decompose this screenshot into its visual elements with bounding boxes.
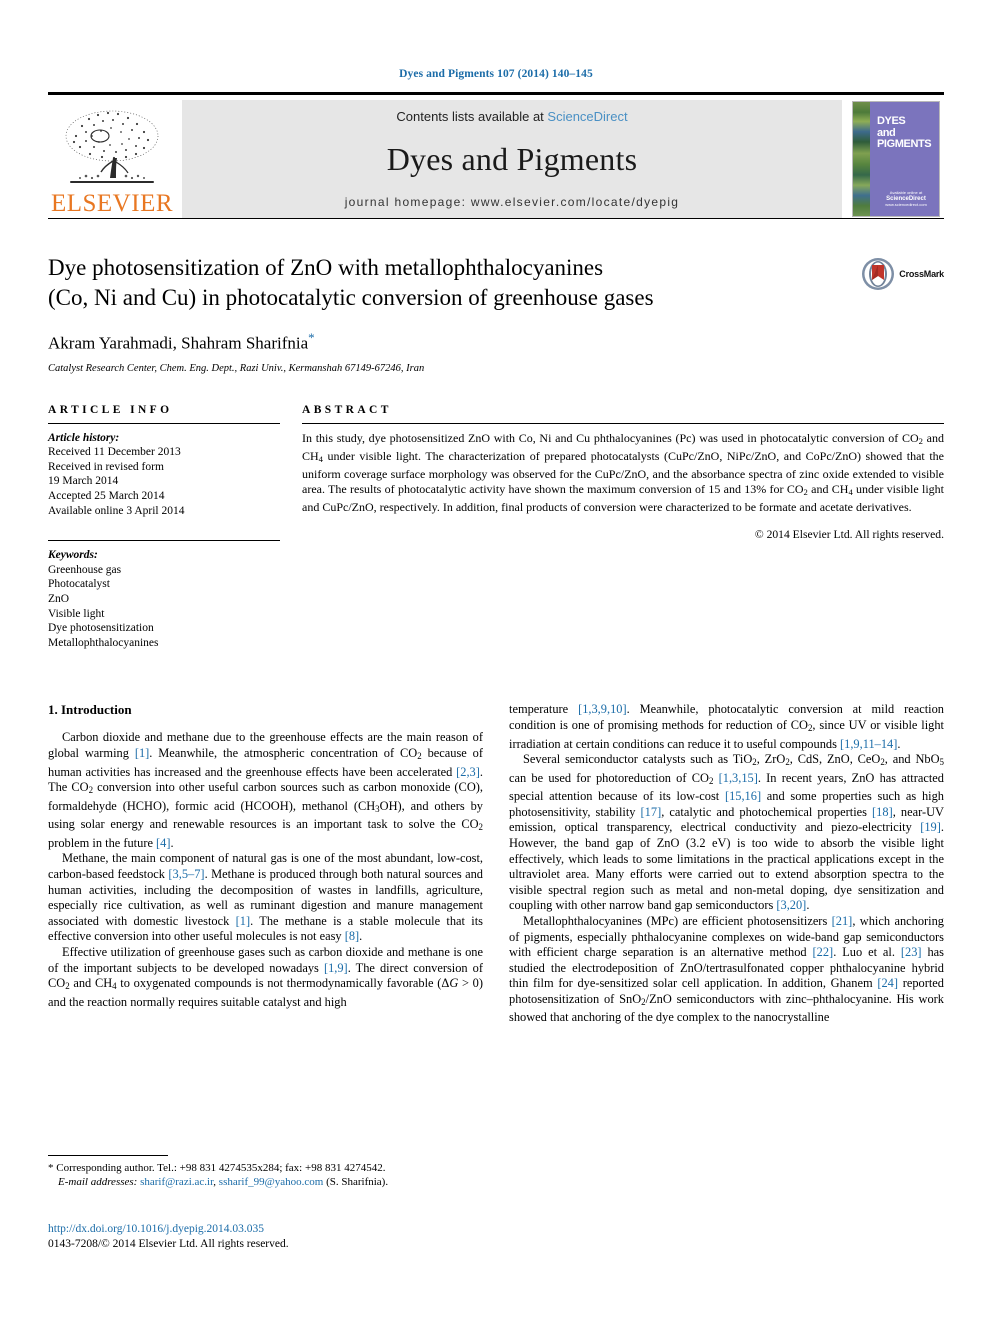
keyword-item: Dye photosensitization bbox=[48, 622, 154, 635]
abstract-rule bbox=[302, 422, 944, 424]
body-paragraph: Effective utilization of greenhouse gase… bbox=[48, 944, 484, 1009]
cover-footer: Available online at ScienceDirect www.sc… bbox=[877, 190, 935, 208]
journal-masthead: ELSEVIER Contents lists available at Sci… bbox=[48, 92, 944, 218]
keywords-block: Keywords: Greenhouse gas Photocatalyst Z… bbox=[48, 548, 280, 650]
email-link-secondary[interactable]: ssharif_99@yahoo.com bbox=[219, 1176, 324, 1188]
doi-and-issn-block: http://dx.doi.org/10.1016/j.dyepig.2014.… bbox=[48, 1222, 289, 1252]
author-names: Akram Yarahmadi, Shahram Sharifnia bbox=[48, 333, 309, 353]
footnote-rule bbox=[48, 1155, 168, 1156]
article-history-item: 19 March 2014 bbox=[48, 475, 119, 488]
journal-band: Contents lists available at ScienceDirec… bbox=[182, 100, 842, 218]
elsevier-tree-icon bbox=[65, 110, 159, 183]
info-abstract-region: ARTICLE INFO Article history: Received 1… bbox=[48, 404, 944, 651]
cover-title-line-1: DYES bbox=[877, 115, 906, 127]
abstract-heading: ABSTRACT bbox=[302, 403, 392, 416]
body-left-column: 1. Introduction Carbon dioxide and metha… bbox=[48, 702, 483, 1026]
email-link-primary[interactable]: sharif@razi.ac.ir bbox=[140, 1176, 213, 1188]
footnote-email-line: E-mail addresses: sharif@razi.ac.ir, ssh… bbox=[58, 1176, 389, 1188]
keyword-item: Metallophthalocyanines bbox=[48, 636, 159, 649]
abstract-copyright: © 2014 Elsevier Ltd. All rights reserved… bbox=[754, 528, 944, 542]
email-owner: (S. Sharifnia). bbox=[326, 1176, 389, 1188]
keyword-item: Greenhouse gas bbox=[48, 563, 122, 576]
article-history-item: Received 11 December 2013 bbox=[48, 446, 181, 459]
article-info-heading: ARTICLE INFO bbox=[48, 403, 173, 416]
body-paragraph: temperature [1,3,9,10]. Meanwhile, photo… bbox=[509, 702, 944, 751]
article-history-item: Available online 3 April 2014 bbox=[48, 504, 185, 517]
doi-link[interactable]: http://dx.doi.org/10.1016/j.dyepig.2014.… bbox=[48, 1223, 264, 1235]
footnote-text: * Corresponding author. Tel.: +98 831 42… bbox=[48, 1161, 500, 1189]
journal-cover-image: DYES and PIGMENTS Available online at Sc… bbox=[852, 101, 940, 217]
keywords-label: Keywords: bbox=[48, 549, 98, 562]
article-page: Dyes and Pigments 107 (2014) 140–145 ELS… bbox=[0, 0, 992, 1323]
crossmark-badge[interactable]: CrossMark bbox=[861, 257, 944, 291]
keyword-item: Visible light bbox=[48, 607, 105, 620]
cover-footer-url: www.sciencedirect.com bbox=[885, 202, 927, 207]
crossmark-icon bbox=[862, 258, 895, 290]
masthead-bottom-rule bbox=[48, 218, 944, 219]
body-paragraph: Several semiconductor catalysts such as … bbox=[509, 752, 944, 913]
cover-title-line-3: PIGMENTS bbox=[877, 138, 932, 150]
article-history-block: Article history: Received 11 December 20… bbox=[48, 431, 280, 519]
contents-prefix-text: Contents lists available at bbox=[396, 109, 548, 124]
article-title-line-1: Dye photosensitization of ZnO with metal… bbox=[48, 255, 604, 280]
keyword-item: ZnO bbox=[48, 593, 70, 605]
elsevier-wordmark: ELSEVIER bbox=[50, 190, 174, 217]
section-heading-introduction: 1. Introduction bbox=[48, 702, 132, 718]
article-history-label: Article history: bbox=[48, 431, 120, 444]
journal-cover-thumbnail: DYES and PIGMENTS Available online at Sc… bbox=[848, 100, 944, 218]
journal-homepage-link[interactable]: journal homepage: www.elsevier.com/locat… bbox=[345, 195, 680, 209]
email-addresses-label: E-mail addresses: bbox=[58, 1176, 138, 1188]
journal-title: Dyes and Pigments bbox=[386, 141, 638, 177]
contents-available-line: Contents lists available at ScienceDirec… bbox=[396, 109, 627, 124]
article-info-rule bbox=[48, 422, 280, 424]
body-columns: 1. Introduction Carbon dioxide and metha… bbox=[48, 702, 944, 1026]
title-block: CrossMark Dye photosensitization of ZnO … bbox=[48, 253, 944, 374]
article-info-column: ARTICLE INFO Article history: Received 1… bbox=[48, 404, 280, 651]
sciencedirect-link[interactable]: ScienceDirect bbox=[547, 109, 627, 124]
article-title-line-2: (Co, Ni and Cu) in photocatalytic conver… bbox=[48, 285, 654, 310]
running-head: Dyes and Pigments 107 (2014) 140–145 bbox=[399, 68, 593, 80]
affiliation: Catalyst Research Center, Chem. Eng. Dep… bbox=[48, 362, 425, 374]
article-history-item: Received in revised form bbox=[48, 460, 164, 473]
article-history-item: Accepted 25 March 2014 bbox=[48, 490, 165, 503]
author-list: Akram Yarahmadi, Shahram Sharifnia* bbox=[48, 330, 944, 354]
issn-copyright-line: 0143-7208/© 2014 Elsevier Ltd. All right… bbox=[48, 1238, 289, 1250]
footnote-corresponding-line: * Corresponding author. Tel.: +98 831 42… bbox=[48, 1162, 386, 1174]
body-right-column: temperature [1,3,9,10]. Meanwhile, photo… bbox=[509, 702, 944, 1026]
body-paragraph: Metallophthalocyanines (MPc) are efficie… bbox=[509, 913, 945, 1025]
corresponding-author-footnote: * Corresponding author. Tel.: +98 831 42… bbox=[48, 1155, 500, 1189]
cover-color-strip bbox=[853, 102, 870, 216]
abstract-text: In this study, dye photosensitized ZnO w… bbox=[302, 430, 944, 515]
cover-title-text: DYES and PIGMENTS bbox=[877, 115, 932, 151]
keyword-item: Photocatalyst bbox=[48, 578, 110, 591]
keywords-rule bbox=[48, 540, 280, 542]
abstract-column: ABSTRACT In this study, dye photosensiti… bbox=[302, 404, 944, 651]
corresponding-author-marker: * bbox=[308, 330, 315, 345]
body-paragraph: Carbon dioxide and methane due to the gr… bbox=[48, 730, 483, 850]
crossmark-label: CrossMark bbox=[899, 269, 944, 279]
elsevier-logo: ELSEVIER bbox=[48, 100, 176, 218]
page-title: Dye photosensitization of ZnO with metal… bbox=[48, 253, 808, 313]
body-paragraph: Methane, the main component of natural g… bbox=[48, 851, 483, 944]
